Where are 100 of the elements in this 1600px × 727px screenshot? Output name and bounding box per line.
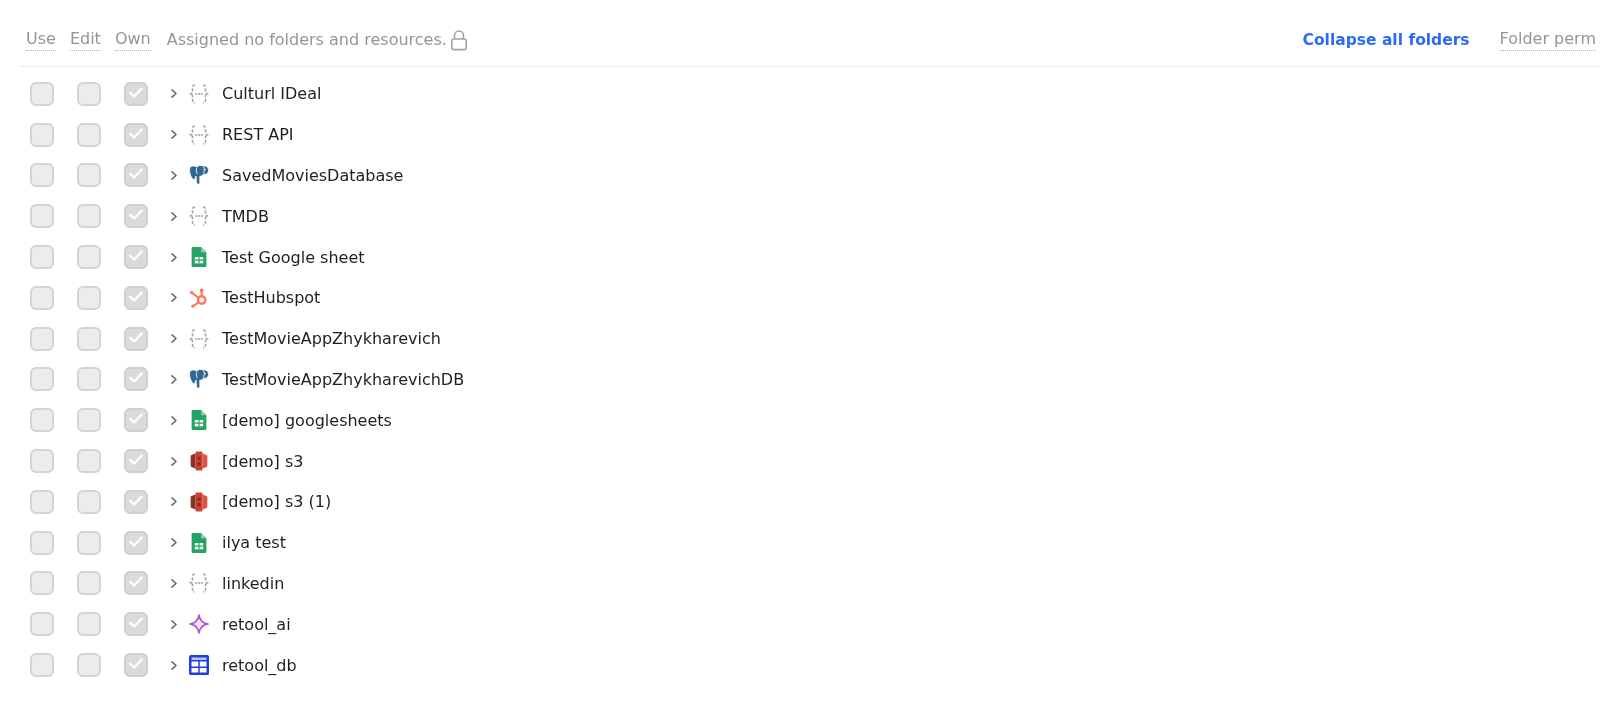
check-icon (129, 250, 143, 262)
braces-icon (189, 83, 209, 104)
check-icon (129, 617, 143, 629)
resource-name[interactable]: [demo] s3 (1) (222, 492, 332, 512)
edit-checkbox[interactable] (77, 449, 101, 474)
resource-name[interactable]: SavedMoviesDatabase (222, 166, 404, 185)
chevron-icon[interactable] (171, 334, 177, 344)
resource-name[interactable]: retool_ai (222, 614, 291, 634)
resource-name[interactable]: Culturl IDeal (222, 84, 322, 104)
own-checkbox[interactable] (124, 204, 148, 229)
resource-name[interactable]: [demo] s3 (222, 451, 304, 471)
check-icon (129, 127, 143, 139)
use-checkbox[interactable] (30, 285, 54, 310)
chevron-icon[interactable] (171, 538, 177, 548)
edit-checkbox[interactable] (77, 612, 101, 637)
chevron-icon[interactable] (171, 415, 177, 425)
own-checkbox[interactable] (124, 367, 148, 392)
check-icon (129, 209, 143, 221)
use-checkbox[interactable] (30, 530, 54, 555)
resource-name[interactable]: Test Google sheet (222, 247, 365, 267)
use-checkbox[interactable] (30, 571, 54, 596)
use-checkbox[interactable] (30, 163, 54, 188)
check-icon (129, 413, 143, 425)
own-checkbox[interactable] (124, 449, 148, 474)
own-checkbox[interactable] (124, 163, 148, 188)
chevron-icon[interactable] (171, 89, 177, 99)
resource-name[interactable]: TestMovieAppZhykharevichDB (222, 369, 465, 389)
own-checkbox[interactable] (124, 408, 148, 433)
edit-checkbox[interactable] (77, 408, 101, 433)
table-icon (189, 655, 209, 676)
own-checkbox[interactable] (124, 530, 148, 555)
check-icon (129, 331, 143, 343)
chevron-icon[interactable] (171, 374, 177, 384)
use-checkbox[interactable] (30, 81, 54, 106)
elephant-icon (189, 165, 209, 186)
use-checkbox[interactable] (30, 653, 54, 678)
spreadsheet-icon (189, 532, 209, 553)
resource-name[interactable]: linkedin (222, 573, 285, 593)
use-checkbox[interactable] (30, 408, 54, 433)
column-header: Use (26, 29, 56, 51)
check-icon (129, 372, 143, 384)
check-icon (129, 290, 143, 302)
braces-icon (189, 328, 209, 349)
own-checkbox[interactable] (124, 285, 148, 310)
chevron-icon[interactable] (171, 578, 177, 588)
braces-icon (189, 573, 209, 594)
own-checkbox[interactable] (124, 122, 148, 147)
own-checkbox[interactable] (124, 245, 148, 270)
chevron-icon[interactable] (171, 171, 177, 180)
resource-name[interactable]: REST API (222, 125, 294, 145)
elephant-icon (189, 369, 209, 390)
chevron-icon[interactable] (171, 619, 177, 629)
use-checkbox[interactable] (30, 612, 54, 637)
use-checkbox[interactable] (30, 489, 54, 514)
edit-checkbox[interactable] (77, 163, 101, 188)
edit-checkbox[interactable] (77, 245, 101, 270)
check-icon (129, 86, 143, 98)
edit-checkbox[interactable] (77, 653, 101, 678)
braces-icon (189, 206, 209, 227)
check-icon (129, 576, 143, 588)
chevron-icon[interactable] (171, 456, 177, 466)
edit-checkbox[interactable] (77, 81, 101, 106)
column-header: Folder perm (1499, 29, 1596, 51)
edit-checkbox[interactable] (77, 204, 101, 229)
own-checkbox[interactable] (124, 612, 148, 637)
chevron-icon[interactable] (171, 497, 177, 507)
resource-name[interactable]: [demo] googlesheets (222, 410, 392, 430)
chevron-icon[interactable] (171, 293, 177, 303)
resource-name[interactable]: TestHubspot (222, 288, 321, 308)
chevron-icon[interactable] (171, 211, 177, 221)
use-checkbox[interactable] (30, 449, 54, 474)
own-checkbox[interactable] (124, 489, 148, 514)
chevron-icon[interactable] (171, 660, 177, 670)
check-icon (129, 454, 143, 466)
chevron-icon[interactable] (171, 252, 177, 262)
edit-checkbox[interactable] (77, 571, 101, 596)
own-checkbox[interactable] (124, 571, 148, 596)
chevron-icon[interactable] (171, 130, 177, 140)
use-checkbox[interactable] (30, 204, 54, 229)
edit-checkbox[interactable] (77, 122, 101, 147)
resource-name[interactable]: TestMovieAppZhykharevich (222, 329, 441, 349)
empty-assignment-note: Assigned no folders and resources. (166, 30, 447, 50)
edit-checkbox[interactable] (77, 530, 101, 555)
edit-checkbox[interactable] (77, 367, 101, 392)
use-checkbox[interactable] (30, 367, 54, 392)
edit-checkbox[interactable] (77, 489, 101, 514)
edit-checkbox[interactable] (77, 285, 101, 310)
own-checkbox[interactable] (124, 326, 148, 351)
edit-checkbox[interactable] (77, 326, 101, 351)
resource-name[interactable]: TMDB (222, 206, 269, 226)
check-icon (129, 658, 143, 670)
resource-name[interactable]: ilya test (222, 533, 286, 553)
own-checkbox[interactable] (124, 653, 148, 678)
resource-name[interactable]: retool_db (222, 655, 297, 675)
use-checkbox[interactable] (30, 326, 54, 351)
own-checkbox[interactable] (124, 81, 148, 106)
use-checkbox[interactable] (30, 122, 54, 147)
use-checkbox[interactable] (30, 245, 54, 270)
collapse-all-link[interactable]: Collapse all folders (1302, 30, 1470, 50)
column-header: Own (114, 29, 151, 51)
